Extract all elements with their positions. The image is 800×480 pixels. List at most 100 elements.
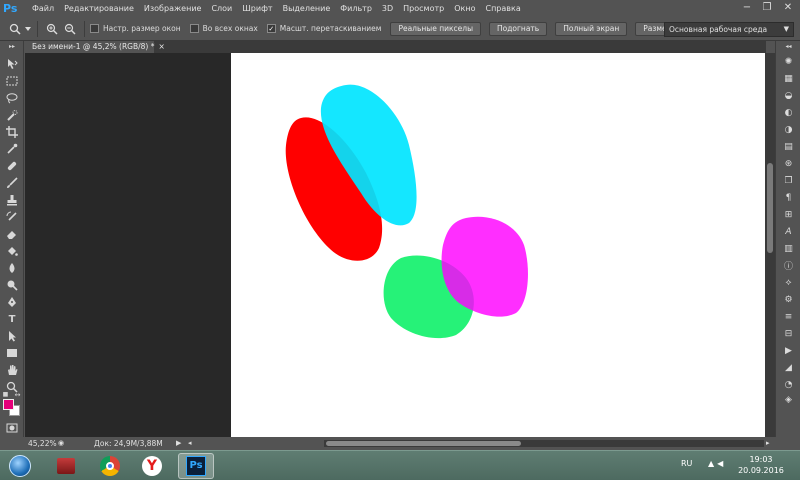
close-tab-icon[interactable]: × — [158, 42, 164, 51]
quick-selection-tool-icon[interactable] — [4, 108, 20, 122]
foreground-color-swatch[interactable] — [3, 399, 14, 410]
history-brush-tool-icon[interactable] — [4, 210, 20, 224]
restore-button[interactable]: ❐ — [760, 1, 774, 15]
color-panel-icon[interactable]: ✺ — [781, 55, 796, 68]
clone-source-panel-icon[interactable]: ⊛ — [781, 157, 796, 170]
windows-taskbar: Y Ps RU ▲◀ 19:03 20.09.2016 — [0, 450, 800, 480]
volume-icon[interactable]: ◀ — [717, 459, 726, 468]
taskbar-yandex[interactable]: Y — [134, 453, 170, 479]
actual-pixels-button[interactable]: Реальные пикселы — [390, 21, 481, 36]
vertical-scroll-thumb[interactable] — [767, 163, 773, 253]
menu-type[interactable]: Шрифт — [237, 0, 277, 17]
scrubby-zoom-checkbox[interactable]: ✓ Масшт. перетаскиванием — [266, 24, 381, 33]
menu-window[interactable]: Окно — [449, 0, 480, 17]
menu-layers[interactable]: Слои — [206, 0, 237, 17]
character-panel-icon[interactable]: A — [781, 225, 796, 238]
document-canvas[interactable] — [231, 53, 765, 437]
lasso-tool-icon[interactable] — [4, 91, 20, 105]
default-colors-icon[interactable]: ■ — [2, 391, 9, 398]
tool-presets-panel-icon[interactable]: ⚙ — [781, 293, 796, 306]
system-clock[interactable]: 19:03 20.09.2016 — [730, 454, 792, 476]
paragraph-panel-icon[interactable]: ¶ — [781, 191, 796, 204]
pen-tool-icon[interactable] — [4, 295, 20, 309]
taskbar-winrar[interactable] — [48, 453, 84, 479]
blur-tool-icon[interactable] — [4, 261, 20, 275]
menu-select[interactable]: Выделение — [278, 0, 336, 17]
menu-edit[interactable]: Редактирование — [59, 0, 139, 17]
layers-panel-icon[interactable]: ◈ — [781, 393, 796, 406]
menu-help[interactable]: Справка — [480, 0, 525, 17]
actions-panel-icon[interactable]: ⊞ — [781, 208, 796, 221]
menu-3d[interactable]: 3D — [377, 0, 398, 17]
eraser-tool-icon[interactable] — [4, 227, 20, 241]
crop-tool-icon[interactable] — [4, 125, 20, 139]
scroll-left-icon[interactable]: ◂ — [188, 437, 192, 450]
start-button[interactable] — [4, 453, 36, 479]
fill-screen-button[interactable]: Полный экран — [555, 21, 628, 36]
tool-preset-dropdown-icon[interactable] — [24, 20, 32, 38]
move-tool-icon[interactable] — [4, 57, 20, 71]
info-panel-icon[interactable]: ⓘ — [781, 259, 796, 272]
panel-expand-icon[interactable]: ◂◂ — [781, 43, 796, 50]
horizontal-scrollbar[interactable] — [324, 440, 764, 447]
document-tab-bar: Без имени-1 @ 45,2% (RGB/8) * × — [24, 41, 766, 53]
status-menu-icon[interactable]: ◉ — [58, 437, 64, 450]
properties-panel-icon[interactable]: ≡ — [781, 310, 796, 323]
path-selection-tool-icon[interactable] — [4, 329, 20, 343]
zoom-tool-icon[interactable] — [6, 20, 24, 38]
resize-windows-checkbox[interactable]: Настр. размер окон — [90, 24, 181, 33]
scroll-right-icon[interactable]: ▸ — [766, 437, 770, 450]
network-icon[interactable]: ▲ — [708, 459, 717, 468]
brush-tool-icon[interactable] — [4, 176, 20, 190]
paint-bucket-tool-icon[interactable] — [4, 244, 20, 258]
eyedropper-tool-icon[interactable] — [4, 142, 20, 156]
notes-panel-icon[interactable]: ◢ — [781, 361, 796, 374]
marquee-tool-icon[interactable] — [4, 74, 20, 88]
language-indicator[interactable]: RU — [681, 459, 692, 468]
zoom-level[interactable]: 45,22% — [28, 437, 57, 450]
workspace-select[interactable]: Основная рабочая среда ▼ — [664, 22, 794, 37]
tray-icons: ▲◀ — [708, 459, 726, 468]
timeline-panel-icon[interactable]: ▶ — [781, 344, 796, 357]
swatches-panel-icon[interactable]: ▦ — [781, 72, 796, 85]
menu-image[interactable]: Изображение — [139, 0, 207, 17]
taskbar-photoshop[interactable]: Ps — [178, 453, 214, 479]
vertical-scrollbar[interactable] — [765, 53, 775, 437]
swap-colors-icon[interactable]: ↔ — [14, 391, 21, 399]
type-tool-icon[interactable]: T — [4, 312, 20, 326]
taskbar-chrome[interactable] — [92, 453, 128, 479]
all-windows-checkbox[interactable]: Во всех окнах — [189, 24, 258, 33]
checkmark-icon[interactable]: ✓ — [266, 24, 276, 33]
history-panel-icon[interactable]: ❐ — [781, 174, 796, 187]
document-tab[interactable]: Без имени-1 @ 45,2% (RGB/8) * × — [24, 41, 165, 53]
styles-panel-icon[interactable]: ◒ — [781, 89, 796, 102]
checkbox-box[interactable] — [90, 24, 99, 33]
navigator-panel-icon[interactable]: ⟡ — [781, 276, 796, 289]
clone-stamp-tool-icon[interactable] — [4, 193, 20, 207]
windows-start-icon — [9, 455, 31, 477]
menu-file[interactable]: Файл — [27, 0, 59, 17]
measurement-panel-icon[interactable]: ⊟ — [781, 327, 796, 340]
masks-panel-icon[interactable]: ◑ — [781, 123, 796, 136]
menu-filter[interactable]: Фильтр — [335, 0, 377, 17]
zoom-out-icon[interactable] — [61, 20, 79, 38]
dodge-tool-icon[interactable] — [4, 278, 20, 292]
checkbox-box[interactable] — [189, 24, 199, 33]
fit-screen-button[interactable]: Подогнать — [488, 21, 548, 36]
clock-time: 19:03 — [749, 455, 773, 464]
minimize-button[interactable]: − — [740, 1, 754, 15]
rectangle-tool-icon[interactable] — [4, 346, 20, 360]
brush-panel-icon[interactable]: ▤ — [781, 140, 796, 153]
adjustments-panel-icon[interactable]: ◐ — [781, 106, 796, 119]
hand-tool-icon[interactable] — [4, 363, 20, 377]
paths-panel-icon[interactable]: ◔ — [781, 378, 796, 391]
horizontal-scroll-thumb[interactable] — [326, 441, 521, 446]
panel-collapse-icon[interactable]: ▸▸ — [4, 43, 20, 50]
quick-mask-icon[interactable] — [4, 421, 20, 435]
zoom-in-icon[interactable] — [43, 20, 61, 38]
status-arrow-icon[interactable]: ▶ — [176, 437, 181, 450]
layer-comps-panel-icon[interactable]: ▥ — [781, 242, 796, 255]
menu-view[interactable]: Просмотр — [398, 0, 449, 17]
close-button[interactable]: ✕ — [781, 1, 795, 15]
healing-brush-tool-icon[interactable] — [4, 159, 20, 173]
